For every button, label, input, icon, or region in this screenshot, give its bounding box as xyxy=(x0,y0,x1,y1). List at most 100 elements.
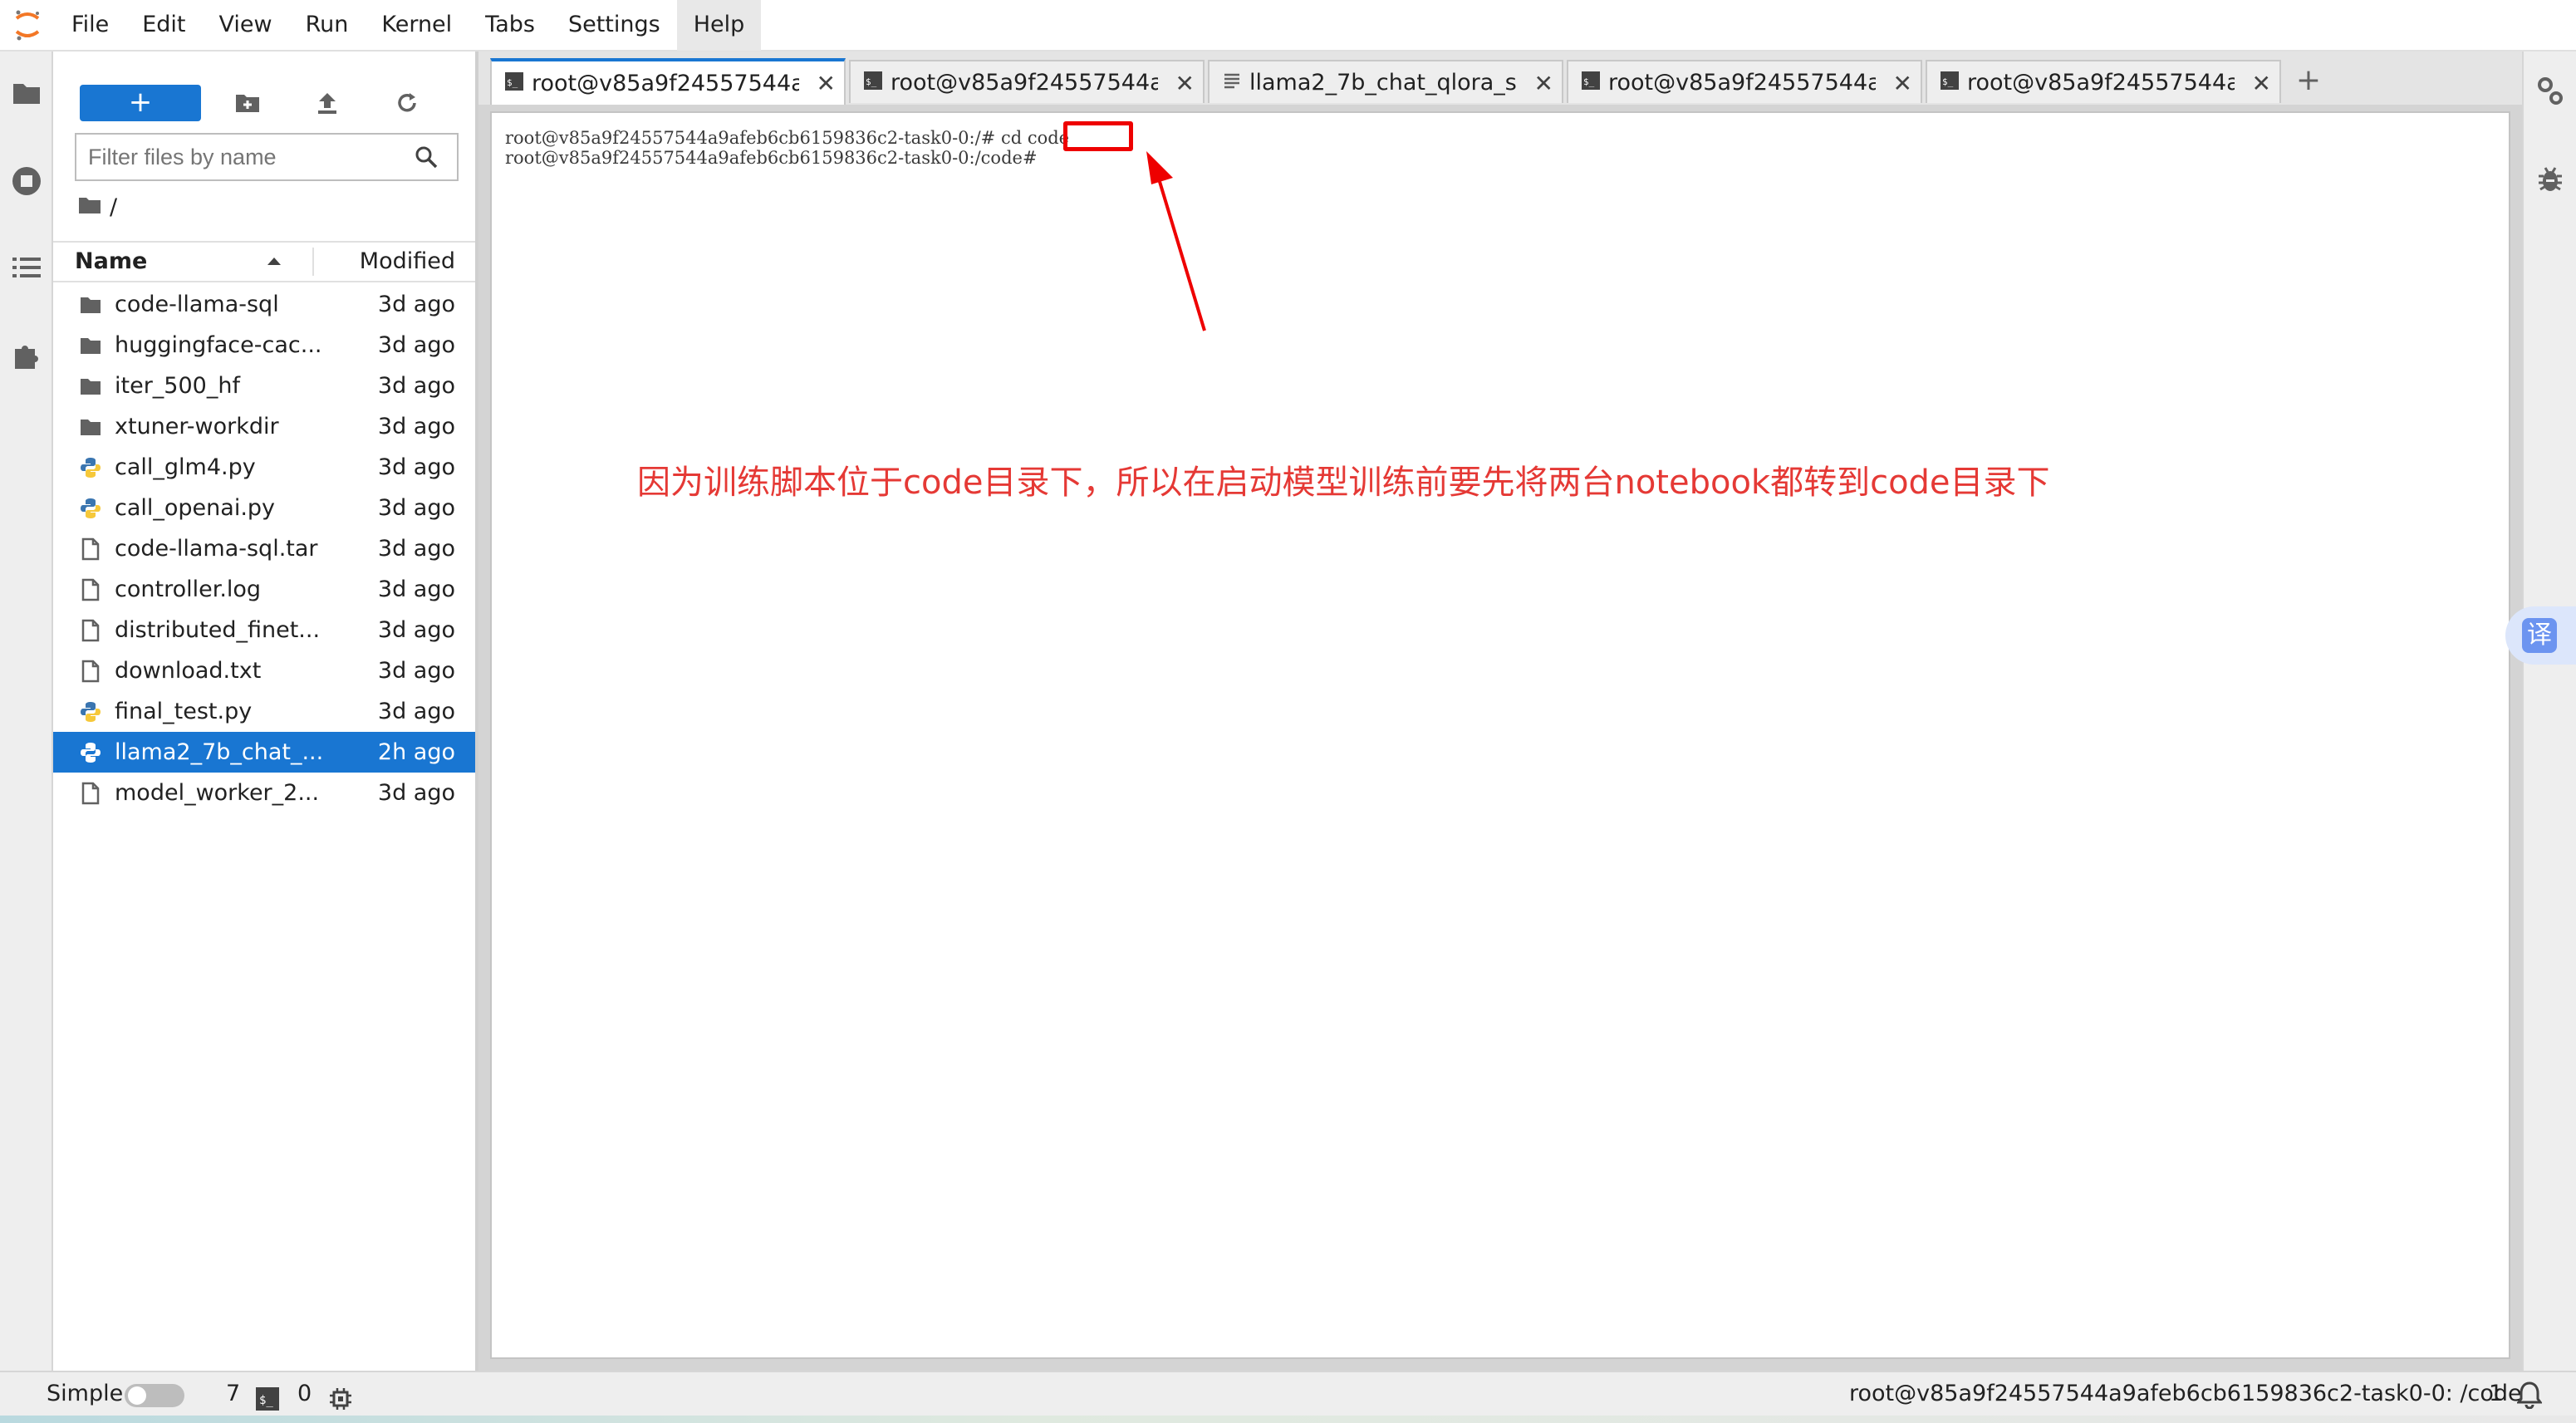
file-name: final_test.py xyxy=(115,699,253,724)
terminal-count[interactable]: 0 xyxy=(297,1372,312,1416)
file-modified: 3d ago xyxy=(377,658,455,684)
breadcrumb[interactable]: / xyxy=(78,194,117,220)
folder-icon[interactable] xyxy=(10,76,43,110)
jupyter-logo-icon xyxy=(0,0,55,51)
close-icon[interactable]: ✕ xyxy=(1893,70,1912,97)
tab-label: root@v85a9f24557544a9a xyxy=(891,69,1158,96)
file-row[interactable]: model_worker_2... 3d ago xyxy=(53,773,475,813)
file-name: llama2_7b_chat_... xyxy=(115,739,324,765)
menu-run[interactable]: Run xyxy=(289,0,366,51)
file-browser-toolbar: + xyxy=(53,68,475,121)
file-row[interactable]: final_test.py 3d ago xyxy=(53,691,475,732)
svg-text:$_: $_ xyxy=(1583,76,1595,87)
file-name: download.txt xyxy=(115,658,262,684)
tab-text[interactable]: llama2_7b_chat_qlora_sql_ ✕ xyxy=(1208,60,1563,103)
svg-text:$_: $_ xyxy=(507,77,518,88)
file-row[interactable]: call_openai.py 3d ago xyxy=(53,488,475,528)
file-name: code-llama-sql.tar xyxy=(115,536,318,562)
file-row[interactable]: huggingface-cac... 3d ago xyxy=(53,325,475,366)
column-name-header[interactable]: Name xyxy=(75,243,147,281)
file-row[interactable]: xtuner-workdir 3d ago xyxy=(53,406,475,447)
translate-button[interactable]: 译 xyxy=(2505,606,2576,665)
debugger-bug-icon[interactable] xyxy=(2534,163,2567,196)
file-modified: 3d ago xyxy=(377,536,455,562)
folder-icon xyxy=(78,333,103,358)
simple-mode-toggle[interactable] xyxy=(125,1384,184,1407)
menu-bar: File Edit View Run Kernel Tabs Settings … xyxy=(0,0,2576,52)
running-stop-icon[interactable] xyxy=(10,164,43,198)
translate-icon: 译 xyxy=(2522,618,2557,653)
breadcrumb-folder-icon xyxy=(78,194,101,220)
right-sidebar xyxy=(2522,52,2576,1371)
file-row[interactable]: iter_500_hf 3d ago xyxy=(53,366,475,406)
new-launcher-button[interactable]: + xyxy=(80,85,201,121)
file-row[interactable]: llama2_7b_chat_... 2h ago xyxy=(53,732,475,773)
file-modified: 3d ago xyxy=(377,332,455,358)
kernel-count[interactable]: 7 xyxy=(226,1372,240,1416)
tab-terminal[interactable]: $_ root@v85a9f24557544a9a ✕ xyxy=(490,58,846,105)
file-modified: 3d ago xyxy=(377,577,455,602)
file-icon xyxy=(78,618,103,643)
folder-icon xyxy=(78,292,103,317)
sort-ascending-icon xyxy=(267,258,281,265)
cd-code-highlight-box xyxy=(1063,121,1133,151)
folder-icon xyxy=(78,415,103,439)
close-icon[interactable]: ✕ xyxy=(817,70,836,97)
file-modified: 3d ago xyxy=(377,495,455,521)
file-name: call_glm4.py xyxy=(115,454,256,480)
close-icon[interactable]: ✕ xyxy=(2252,70,2271,97)
file-name: xtuner-workdir xyxy=(115,414,279,439)
tab-terminal[interactable]: $_ root@v85a9f24557544a9a ✕ xyxy=(1567,60,1922,103)
breadcrumb-root[interactable]: / xyxy=(110,194,117,220)
file-modified: 3d ago xyxy=(377,414,455,439)
extension-puzzle-icon[interactable] xyxy=(10,339,43,372)
file-name: iter_500_hf xyxy=(115,373,240,399)
tab-bar: $_ root@v85a9f24557544a9a ✕ $_ root@v85a9f24… xyxy=(478,52,2522,105)
menu-tabs[interactable]: Tabs xyxy=(469,0,552,51)
column-modified-header[interactable]: Modified xyxy=(360,243,455,281)
file-row[interactable]: distributed_finet... 3d ago xyxy=(53,610,475,650)
file-modified: 3d ago xyxy=(377,617,455,643)
menu-help[interactable]: Help xyxy=(676,0,762,51)
tab-terminal[interactable]: $_ root@v85a9f24557544a9a ✕ xyxy=(849,60,1205,103)
refresh-icon[interactable] xyxy=(390,86,424,120)
menu-file[interactable]: File xyxy=(55,0,125,51)
tab-terminal[interactable]: $_ root@v85a9f24557544a9a ✕ xyxy=(1926,60,2281,103)
terminal-panel[interactable]: root@v85a9f24557544a9afeb6cb6159836c2-ta… xyxy=(490,111,2510,1359)
text-file-icon xyxy=(1223,70,1241,96)
menu-kernel[interactable]: Kernel xyxy=(365,0,469,51)
close-icon[interactable]: ✕ xyxy=(1534,70,1553,97)
python-file-icon xyxy=(78,740,103,765)
menu-edit[interactable]: Edit xyxy=(125,0,202,51)
filter-files-input[interactable] xyxy=(76,135,392,179)
table-of-contents-icon[interactable] xyxy=(10,251,43,284)
menu-settings[interactable]: Settings xyxy=(552,0,677,51)
python-file-icon xyxy=(78,496,103,521)
file-row[interactable]: download.txt 3d ago xyxy=(53,650,475,691)
file-browser-panel: + / Name Modified code-llama-sql3d agohu… xyxy=(53,52,478,1371)
main-dock-area: $_ root@v85a9f24557544a9a ✕ $_ root@v85a9f24… xyxy=(478,52,2522,1371)
upload-icon[interactable] xyxy=(311,86,344,120)
file-modified: 3d ago xyxy=(377,373,455,399)
file-name: code-llama-sql xyxy=(115,292,279,317)
tab-label: root@v85a9f24557544a9a xyxy=(1608,69,1876,96)
file-icon xyxy=(78,781,103,806)
property-inspector-gears-icon[interactable] xyxy=(2534,75,2567,108)
annotation-arrow xyxy=(1146,151,1206,331)
new-folder-icon[interactable] xyxy=(231,86,264,120)
python-file-icon xyxy=(78,455,103,480)
file-name: controller.log xyxy=(115,577,262,602)
add-tab-button[interactable]: + xyxy=(2288,60,2329,103)
file-modified: 2h ago xyxy=(377,739,455,765)
terminal-icon: $_ xyxy=(1582,70,1600,96)
terminal-icon: $_ xyxy=(1941,70,1959,96)
close-icon[interactable]: ✕ xyxy=(1175,70,1195,97)
file-row[interactable]: code-llama-sql.tar 3d ago xyxy=(53,528,475,569)
terminal-icon: $_ xyxy=(864,70,882,96)
search-icon[interactable] xyxy=(414,145,439,173)
menu-view[interactable]: View xyxy=(202,0,288,51)
file-row[interactable]: controller.log 3d ago xyxy=(53,569,475,610)
file-row[interactable]: call_glm4.py 3d ago xyxy=(53,447,475,488)
file-row[interactable]: code-llama-sql 3d ago xyxy=(53,284,475,325)
tab-label: root@v85a9f24557544a9a xyxy=(532,70,799,96)
